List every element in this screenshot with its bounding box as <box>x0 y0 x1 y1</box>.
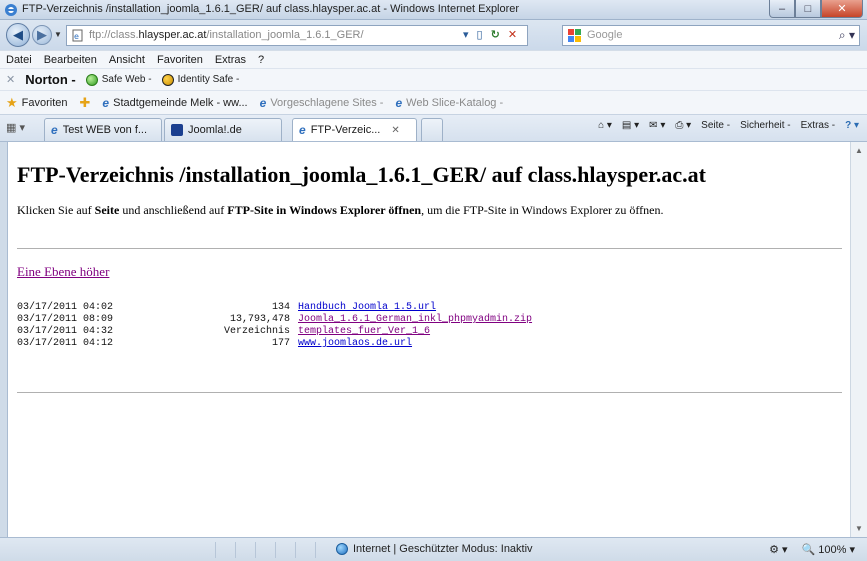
back-button[interactable]: ◀ <box>6 23 30 47</box>
identity-safe-icon <box>161 73 174 86</box>
file-link[interactable]: www.joomlaos.de.url <box>298 338 412 350</box>
maximize-button[interactable]: □ <box>795 0 821 18</box>
menu-bar: Datei Bearbeiten Ansicht Favoriten Extra… <box>0 50 867 68</box>
joomla-icon <box>171 124 183 136</box>
google-icon <box>568 29 581 42</box>
status-divider <box>215 542 216 558</box>
list-item: 03/17/2011 04:02 134 Handbuch Joomla 1.5… <box>17 302 437 314</box>
status-divider <box>275 542 276 558</box>
window-title: FTP-Verzeichnis /installation_joomla_1.6… <box>22 3 520 15</box>
add-favorite-icon[interactable]: ✚ <box>80 95 91 111</box>
close-tab-icon[interactable]: ✕ <box>391 125 399 136</box>
norton-menu[interactable]: Norton - <box>25 72 76 87</box>
file-link[interactable]: Handbuch Joomla 1.5.url <box>298 302 436 314</box>
list-item: 03/17/2011 08:09 13,793,478 Joomla_1.6.1… <box>17 314 533 326</box>
menu-ansicht[interactable]: Ansicht <box>109 54 145 66</box>
list-item: 03/17/2011 04:12 177 www.joomlaos.de.url <box>17 338 413 350</box>
divider-top <box>17 248 842 249</box>
divider-bottom <box>17 392 842 393</box>
address-row: ◀ ▶ ▼ e ftp://class.hlaysper.ac.at/insta… <box>0 20 867 50</box>
safe-web-icon <box>85 73 98 86</box>
scroll-up-icon[interactable]: ▲ <box>855 146 863 155</box>
protected-mode-icon[interactable]: ⚙ ▾ <box>769 543 787 556</box>
refresh-icon[interactable]: ↻ <box>491 28 500 41</box>
list-item: 03/17/2011 04:32 Verzeichnis templates_f… <box>17 326 431 338</box>
title-bar: FTP-Verzeichnis /installation_joomla_1.6… <box>0 0 867 20</box>
status-divider <box>235 542 236 558</box>
recent-pages-dropdown-icon[interactable]: ▼ <box>54 30 62 39</box>
norton-toolbar: ✕ Norton - Safe Web - Identity Safe - <box>0 68 867 90</box>
search-box[interactable]: Google ⌕ ▾ <box>562 25 860 46</box>
page-menu[interactable]: Seite - <box>701 120 730 131</box>
suggested-sites-icon: e <box>259 95 267 110</box>
ie-logo-icon <box>5 4 17 16</box>
favorites-button[interactable]: ★ Favoriten <box>6 95 68 111</box>
suggested-sites-button[interactable]: e Vorgeschlagene Sites - <box>260 96 384 110</box>
page-title: FTP-Verzeichnis /installation_joomla_1.6… <box>17 162 706 187</box>
status-divider <box>255 542 256 558</box>
menu-datei[interactable]: Datei <box>6 54 32 66</box>
ie-tab-icon: e <box>51 123 58 137</box>
stop-icon[interactable]: ✕ <box>508 28 517 41</box>
tools-menu[interactable]: Extras - <box>801 120 835 131</box>
tab-bar: ▦ ▾ e Test WEB von f... Joomla!.de e FTP… <box>0 114 867 142</box>
vertical-scrollbar[interactable]: ▲ ▼ <box>850 142 867 537</box>
ie-tab-icon: e <box>299 123 306 137</box>
favorite-link-stadtgemeinde[interactable]: e Stadtgemeinde Melk - ww... <box>102 96 247 110</box>
status-bar: Internet | Geschützter Modus: Inaktiv ⚙ … <box>0 537 867 561</box>
status-divider <box>295 542 296 558</box>
help-icon[interactable]: ? ▾ <box>845 120 859 131</box>
ftp-file-listing: 03/17/2011 04:02 134 Handbuch Joomla 1.5… <box>17 302 532 350</box>
web-slice-gallery-button[interactable]: e Web Slice-Katalog - <box>395 96 503 110</box>
address-dropdown-icon[interactable]: ▾ <box>463 28 469 41</box>
star-icon: ★ <box>6 94 18 110</box>
mail-icon[interactable]: ✉ ▾ <box>649 120 665 131</box>
favorites-bar: ★ Favoriten ✚ e Stadtgemeinde Melk - ww.… <box>0 90 867 114</box>
security-menu[interactable]: Sicherheit - <box>740 120 791 131</box>
svg-text:e: e <box>74 32 79 41</box>
web-slice-icon: e <box>395 95 403 110</box>
close-toolbar-icon[interactable]: ✕ <box>6 73 15 86</box>
ie-page-icon: e <box>102 95 110 110</box>
tab-joomla[interactable]: Joomla!.de <box>164 118 282 141</box>
page-content: FTP-Verzeichnis /installation_joomla_1.6… <box>7 142 850 537</box>
safe-web-button[interactable]: Safe Web - <box>85 73 152 86</box>
page-icon: e <box>72 29 83 42</box>
identity-safe-button[interactable]: Identity Safe - <box>161 73 239 86</box>
file-link[interactable]: Joomla_1.6.1_German_inkl_phpmyadmin.zip <box>298 314 532 326</box>
globe-icon <box>336 543 348 555</box>
quick-tabs-icon[interactable]: ▦ ▾ <box>6 121 25 134</box>
minimize-button[interactable]: – <box>769 0 795 18</box>
forward-button[interactable]: ▶ <box>32 25 52 45</box>
tab-ftp-verzeichnis[interactable]: e FTP-Verzeic... ✕ <box>292 118 417 141</box>
menu-favoriten[interactable]: Favoriten <box>157 54 203 66</box>
status-divider <box>315 542 316 558</box>
page-intro: Klicken Sie auf Seite und anschließend a… <box>17 203 664 217</box>
address-url[interactable]: ftp://class.hlaysper.ac.at/installation_… <box>89 29 364 41</box>
security-zone[interactable]: Internet | Geschützter Modus: Inaktiv <box>336 543 533 555</box>
parent-directory-link[interactable]: Eine Ebene höher <box>17 264 109 280</box>
new-tab-button[interactable] <box>421 118 443 141</box>
zoom-icon: 🔍 <box>801 544 816 556</box>
compatibility-view-icon[interactable]: ▯ <box>477 28 483 41</box>
menu-bearbeiten[interactable]: Bearbeiten <box>44 54 97 66</box>
feeds-icon[interactable]: ▤ ▾ <box>622 120 639 131</box>
menu-help[interactable]: ? <box>258 54 264 66</box>
print-icon[interactable]: ⎙ ▾ <box>675 120 691 131</box>
search-icon[interactable]: ⌕ ▾ <box>839 28 855 43</box>
search-input[interactable]: Google <box>587 29 622 41</box>
home-icon[interactable]: ⌂ ▾ <box>598 120 612 131</box>
zoom-control[interactable]: 🔍 100% ▾ <box>802 543 855 556</box>
address-bar[interactable]: e ftp://class.hlaysper.ac.at/installatio… <box>66 25 528 46</box>
menu-extras[interactable]: Extras <box>215 54 246 66</box>
scroll-down-icon[interactable]: ▼ <box>855 524 863 533</box>
tab-test-web[interactable]: e Test WEB von f... <box>44 118 162 141</box>
close-window-button[interactable]: ✕ <box>821 0 863 18</box>
folder-link[interactable]: templates_fuer_Ver_1_6 <box>298 326 430 338</box>
